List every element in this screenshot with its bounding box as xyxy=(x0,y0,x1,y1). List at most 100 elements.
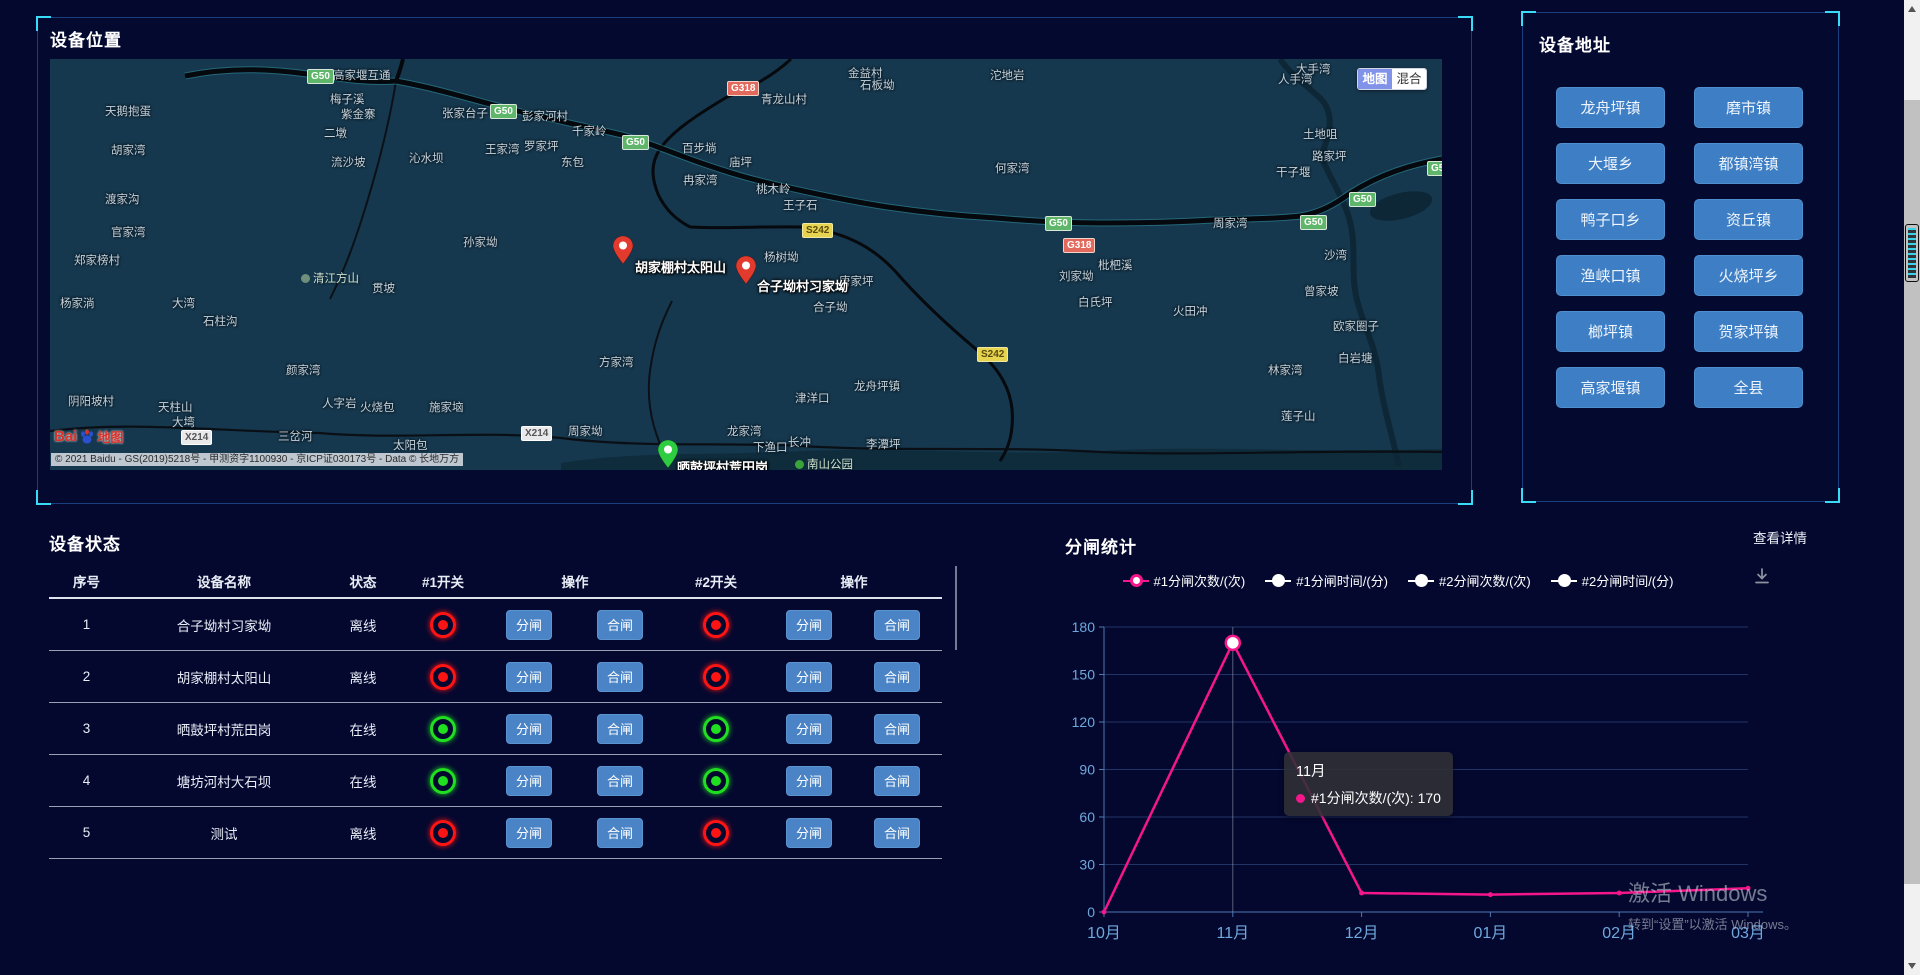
page-scrollbar-thumb[interactable] xyxy=(1904,100,1920,884)
scrollbar-up-arrow-icon[interactable] xyxy=(1908,6,1916,12)
close-switch-button[interactable]: 合闸 xyxy=(597,714,643,744)
device-status-table: 序号设备名称状态#1开关操作#2开关操作1合子坳村习家坳离线分闸合闸分闸合闸2胡… xyxy=(49,564,942,859)
map-place-label: 东包 xyxy=(561,154,584,170)
map-place-label: 合子坳 xyxy=(813,299,848,315)
scrollbar-marker-widget[interactable] xyxy=(1905,224,1919,282)
map-type-map[interactable]: 地图 xyxy=(1358,69,1392,89)
open-switch-button[interactable]: 分闸 xyxy=(786,662,832,692)
close-switch-button[interactable]: 合闸 xyxy=(874,714,920,744)
map-type-control: 地图混合 xyxy=(1357,68,1427,90)
map-poi: 清江方山 xyxy=(301,270,359,286)
legend-marker-icon xyxy=(1408,574,1434,587)
map-place-label: 石板坳 xyxy=(860,77,895,93)
close-switch-button[interactable]: 合闸 xyxy=(874,662,920,692)
device-pin-icon[interactable] xyxy=(658,440,678,468)
watermark-line1: 激活 Windows xyxy=(1628,876,1797,908)
svg-text:12月: 12月 xyxy=(1345,925,1379,942)
cell-status: 在线 xyxy=(324,771,402,791)
legend-label: #1分闸时间/(分) xyxy=(1296,571,1388,590)
svg-text:90: 90 xyxy=(1079,762,1095,778)
map-place-label: 周家坳 xyxy=(568,423,603,439)
device-address-title: 设备地址 xyxy=(1539,31,1611,56)
map-place-label: 彭家河村 xyxy=(522,108,568,124)
cell-status: 离线 xyxy=(324,667,402,687)
map-place-label: 流沙坡 xyxy=(331,154,366,170)
legend-label: #1分闸次数/(次) xyxy=(1154,571,1246,590)
cell-index: 2 xyxy=(49,669,124,684)
address-button-grid: 龙舟坪镇磨市镇大堰乡都镇湾镇鸭子口乡资丘镇渔峡口镇火烧坪乡榔坪镇贺家坪镇高家堰镇… xyxy=(1556,87,1803,408)
column-header: 操作 xyxy=(484,571,666,591)
address-button-5[interactable]: 鸭子口乡 xyxy=(1556,199,1665,240)
address-button-8[interactable]: 火烧坪乡 xyxy=(1694,255,1803,296)
map-place-label: 大湾 xyxy=(172,295,195,311)
poi-icon xyxy=(795,460,804,469)
open-switch-button[interactable]: 分闸 xyxy=(506,610,552,640)
table-scrollbar[interactable] xyxy=(955,566,957,650)
scrollbar-down-arrow-icon[interactable] xyxy=(1908,963,1916,969)
open-switch-button[interactable]: 分闸 xyxy=(786,610,832,640)
status-indicator xyxy=(430,612,456,638)
tooltip-series-row: #1分闸次数/(次): 170 xyxy=(1296,788,1441,808)
poi-icon xyxy=(301,274,310,283)
close-switch-button[interactable]: 合闸 xyxy=(874,818,920,848)
legend-item-1[interactable]: #1分闸次数/(次) xyxy=(1123,571,1246,590)
road-shield-g50: G50 xyxy=(1427,161,1442,176)
column-header: 设备名称 xyxy=(124,571,324,591)
download-icon[interactable] xyxy=(1752,566,1772,586)
close-switch-button[interactable]: 合闸 xyxy=(597,766,643,796)
address-button-10[interactable]: 贺家坪镇 xyxy=(1694,311,1803,352)
open-switch-button[interactable]: 分闸 xyxy=(786,818,832,848)
close-switch-button[interactable]: 合闸 xyxy=(597,662,643,692)
device-pin-icon[interactable] xyxy=(613,236,633,264)
status-indicator xyxy=(703,612,729,638)
corner-decoration xyxy=(36,490,51,505)
map-place-label: 王家湾 xyxy=(485,141,520,157)
map-place-label: 人字岩 xyxy=(322,395,357,411)
address-button-11[interactable]: 高家堰镇 xyxy=(1556,367,1665,408)
open-switch-button[interactable]: 分闸 xyxy=(786,714,832,744)
cell-device-name: 测试 xyxy=(124,823,324,843)
map-place-label: 杨家淌 xyxy=(60,295,95,311)
road-shield-g50: G50 xyxy=(1300,215,1327,230)
cell-device-name: 塘坊河村大石坝 xyxy=(124,771,324,791)
map-place-label: 林家湾 xyxy=(1268,362,1303,378)
svg-text:11月: 11月 xyxy=(1216,925,1249,942)
address-button-4[interactable]: 都镇湾镇 xyxy=(1694,143,1803,184)
road-shield-g50: G50 xyxy=(307,69,334,84)
column-header: 状态 xyxy=(324,571,402,591)
address-button-1[interactable]: 龙舟坪镇 xyxy=(1556,87,1665,128)
map-place-label: 人手湾 xyxy=(1278,71,1313,87)
series-dot-icon xyxy=(1296,794,1305,803)
map-place-label: 贯坡 xyxy=(372,280,395,296)
legend-item-3[interactable]: #2分闸次数/(次) xyxy=(1408,571,1531,590)
legend-item-2[interactable]: #1分闸时间/(分) xyxy=(1265,571,1388,590)
address-button-7[interactable]: 渔峡口镇 xyxy=(1556,255,1665,296)
legend-item-4[interactable]: #2分闸时间/(分) xyxy=(1551,571,1674,590)
legend-marker-icon xyxy=(1123,574,1149,587)
column-header: #2开关 xyxy=(666,571,766,591)
open-switch-button[interactable]: 分闸 xyxy=(506,818,552,848)
address-button-3[interactable]: 大堰乡 xyxy=(1556,143,1665,184)
baidu-map[interactable]: 高家堰互通梅子溪紫金寨二墩流沙坡沁水坝张家台子王家湾罗家坪彭家河村千家岭东包百步… xyxy=(50,59,1442,470)
close-switch-button[interactable]: 合闸 xyxy=(597,610,643,640)
view-details-link[interactable]: 查看详情 xyxy=(1753,527,1807,547)
map-type-hybrid[interactable]: 混合 xyxy=(1392,69,1426,89)
open-switch-button[interactable]: 分闸 xyxy=(786,766,832,796)
close-switch-button[interactable]: 合闸 xyxy=(874,610,920,640)
address-button-12[interactable]: 全县 xyxy=(1694,367,1803,408)
close-switch-button[interactable]: 合闸 xyxy=(597,818,643,848)
chart-legend: #1分闸次数/(次)#1分闸时间/(分)#2分闸次数/(次)#2分闸时间/(分) xyxy=(1128,571,1668,590)
map-place-label: 梅子溪 xyxy=(330,91,365,107)
address-button-2[interactable]: 磨市镇 xyxy=(1694,87,1803,128)
close-switch-button[interactable]: 合闸 xyxy=(874,766,920,796)
address-button-6[interactable]: 资丘镇 xyxy=(1694,199,1803,240)
map-place-label: 庙坪 xyxy=(729,154,752,170)
cell-device-name: 胡家棚村太阳山 xyxy=(124,667,324,687)
open-switch-button[interactable]: 分闸 xyxy=(506,662,552,692)
open-switch-button[interactable]: 分闸 xyxy=(506,766,552,796)
cell-index: 5 xyxy=(49,825,124,840)
device-pin-icon[interactable] xyxy=(736,256,756,284)
open-switch-button[interactable]: 分闸 xyxy=(506,714,552,744)
address-button-9[interactable]: 榔坪镇 xyxy=(1556,311,1665,352)
svg-text:10月: 10月 xyxy=(1087,925,1121,942)
